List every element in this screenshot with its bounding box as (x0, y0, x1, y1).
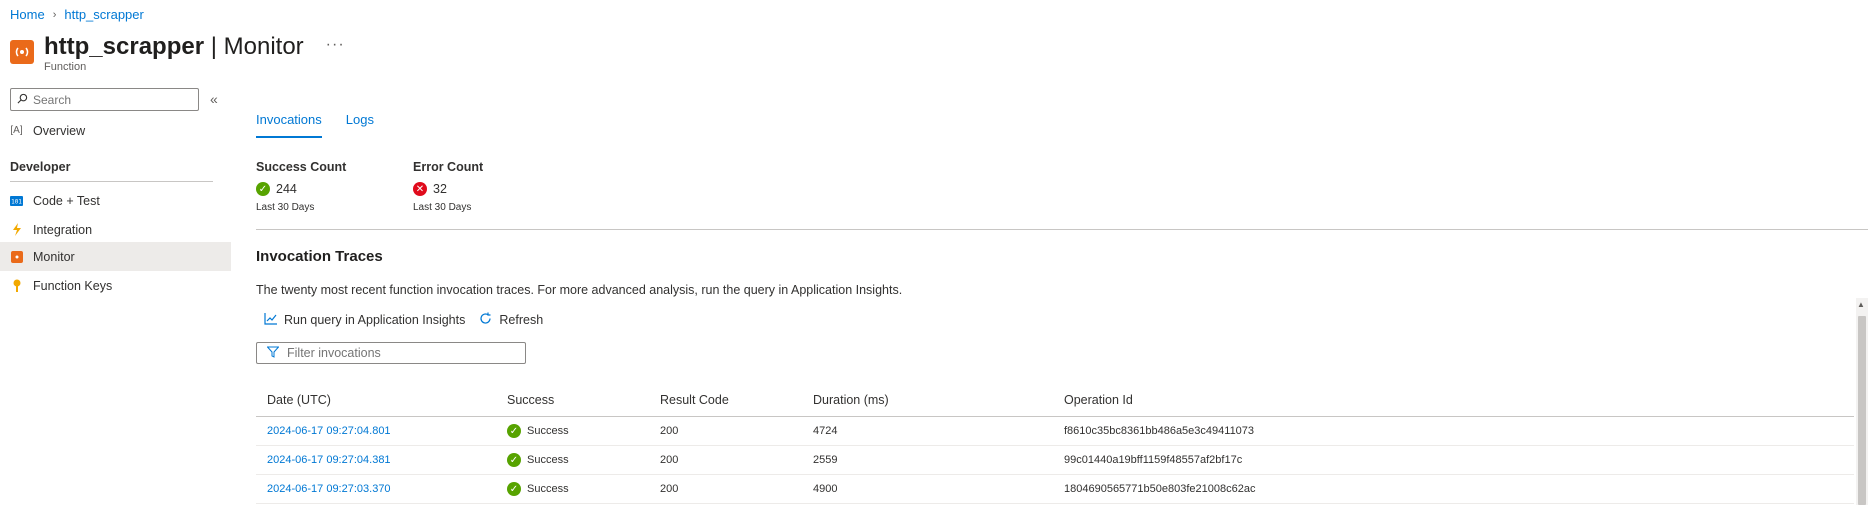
success-count-period: Last 30 Days (256, 202, 315, 213)
sidebar-item-function-keys[interactable]: Function Keys (0, 271, 231, 300)
operation-id: 1804690565771b50e803fe21008c62ac (1064, 483, 1256, 495)
success-count-label: Success Count (256, 160, 347, 174)
table-header-row: Date (UTC) Success Result Code Duration … (256, 384, 1854, 417)
breadcrumb: Home › http_scrapper (10, 7, 144, 22)
refresh-label: Refresh (499, 313, 544, 327)
sidebar-item-monitor[interactable]: Monitor (0, 242, 231, 271)
section-divider (256, 229, 1868, 230)
run-query-label: Run query in Application Insights (284, 313, 466, 327)
key-icon (10, 279, 23, 292)
chart-line-icon (264, 312, 277, 328)
column-header-duration[interactable]: Duration (ms) (813, 393, 1064, 407)
success-count-value: 244 (276, 182, 297, 196)
duration: 4900 (813, 483, 838, 495)
error-count-value: 32 (433, 182, 447, 196)
sidebar-item-integration[interactable]: Integration (0, 215, 231, 244)
breadcrumb-home-link[interactable]: Home (10, 7, 45, 22)
tab-invocations[interactable]: Invocations (256, 112, 322, 138)
lightning-icon (10, 223, 23, 236)
more-options-button[interactable]: ··· (326, 36, 345, 54)
monitor-icon (10, 250, 23, 263)
success-status: Success (527, 483, 569, 495)
duration: 4724 (813, 425, 838, 437)
error-count-period: Last 30 Days (413, 202, 472, 213)
page-title-name: http_scrapper (44, 33, 205, 60)
page-header: http_scrapper | Monitor Function ··· (10, 32, 345, 73)
filter-invocations-input[interactable] (287, 346, 507, 360)
result-code: 200 (660, 483, 679, 495)
breadcrumb-separator: › (52, 8, 57, 21)
invocation-traces-description: The twenty most recent function invocati… (256, 283, 903, 297)
column-header-operation-id[interactable]: Operation Id (1064, 393, 1854, 407)
svg-text:101: 101 (11, 198, 22, 205)
operation-id: 99c01440a19bff1159f48557af2bf17c (1064, 454, 1243, 466)
filter-box[interactable] (256, 342, 526, 364)
refresh-button[interactable]: Refresh (479, 312, 543, 328)
breadcrumb-current-link[interactable]: http_scrapper (64, 7, 144, 22)
success-check-icon: ✓ (256, 182, 270, 196)
vertical-scrollbar[interactable]: ▲ (1856, 298, 1868, 505)
success-status: Success (527, 425, 569, 437)
refresh-icon (479, 312, 492, 328)
sidebar-item-label: Integration (33, 222, 93, 237)
table-row: 2024-06-17 09:27:03.370 ✓ Success 200 490… (256, 475, 1854, 504)
invocation-traces-title: Invocation Traces (256, 248, 383, 265)
page-title-separator: | (204, 33, 224, 60)
duration: 2559 (813, 454, 838, 466)
column-header-date[interactable]: Date (UTC) (256, 393, 507, 407)
success-check-icon: ✓ (507, 482, 521, 496)
sidebar-item-label: Code + Test (33, 193, 100, 208)
invocation-date-link[interactable]: 2024-06-17 09:27:03.370 (267, 483, 391, 495)
scroll-up-icon[interactable]: ▲ (1857, 300, 1865, 309)
sidebar-item-code-test[interactable]: 101 Code + Test (0, 186, 231, 215)
success-count-metric: Success Count ✓ 244 Last 30 Days (256, 160, 346, 213)
error-x-icon: ✕ (413, 182, 427, 196)
sidebar-item-label: Function Keys (33, 278, 113, 293)
sidebar-item-label: Overview (33, 123, 86, 138)
sidebar-divider (10, 181, 213, 182)
sidebar-search-input[interactable] (33, 92, 183, 107)
error-count-metric: Error Count ✕ 32 Last 30 Days (413, 160, 483, 213)
invocation-date-link[interactable]: 2024-06-17 09:27:04.381 (267, 454, 391, 466)
page-title: http_scrapper | Monitor (44, 32, 304, 62)
filter-icon (266, 346, 280, 361)
table-row: 2024-06-17 09:27:04.801 ✓ Success 200 472… (256, 417, 1854, 446)
scrollbar-thumb[interactable] (1858, 316, 1866, 505)
page-title-page: Monitor (223, 33, 304, 60)
column-header-result-code[interactable]: Result Code (660, 393, 813, 407)
sidebar-search-box[interactable] (10, 88, 199, 111)
tab-bar: Invocations Logs (256, 112, 374, 138)
run-query-button[interactable]: Run query in Application Insights (264, 312, 465, 328)
result-code: 200 (660, 454, 679, 466)
result-code: 200 (660, 425, 679, 437)
sidebar-section-developer: Developer (10, 160, 71, 174)
search-icon (17, 92, 28, 107)
function-icon (10, 40, 34, 64)
sidebar-item-label: Monitor (33, 249, 75, 264)
traces-toolbar: Run query in Application Insights Refres… (264, 312, 543, 328)
success-check-icon: ✓ (507, 453, 521, 467)
success-check-icon: ✓ (507, 424, 521, 438)
overview-icon: [A] (10, 125, 23, 136)
sidebar-item-overview[interactable]: [A] Overview (0, 116, 231, 145)
error-count-label: Error Count (413, 160, 484, 174)
success-status: Success (527, 454, 569, 466)
tab-logs[interactable]: Logs (346, 112, 374, 138)
column-header-success[interactable]: Success (507, 393, 660, 407)
invocation-date-link[interactable]: 2024-06-17 09:27:04.801 (267, 425, 391, 437)
collapse-sidebar-icon[interactable]: « (210, 91, 218, 107)
code-icon: 101 (10, 194, 23, 207)
table-row: 2024-06-17 09:27:04.381 ✓ Success 200 255… (256, 446, 1854, 475)
operation-id: f8610c35bc8361bb486a5e3c49411073 (1064, 425, 1255, 437)
page-subtitle: Function (44, 61, 87, 73)
invocation-traces-table: Date (UTC) Success Result Code Duration … (256, 384, 1854, 504)
